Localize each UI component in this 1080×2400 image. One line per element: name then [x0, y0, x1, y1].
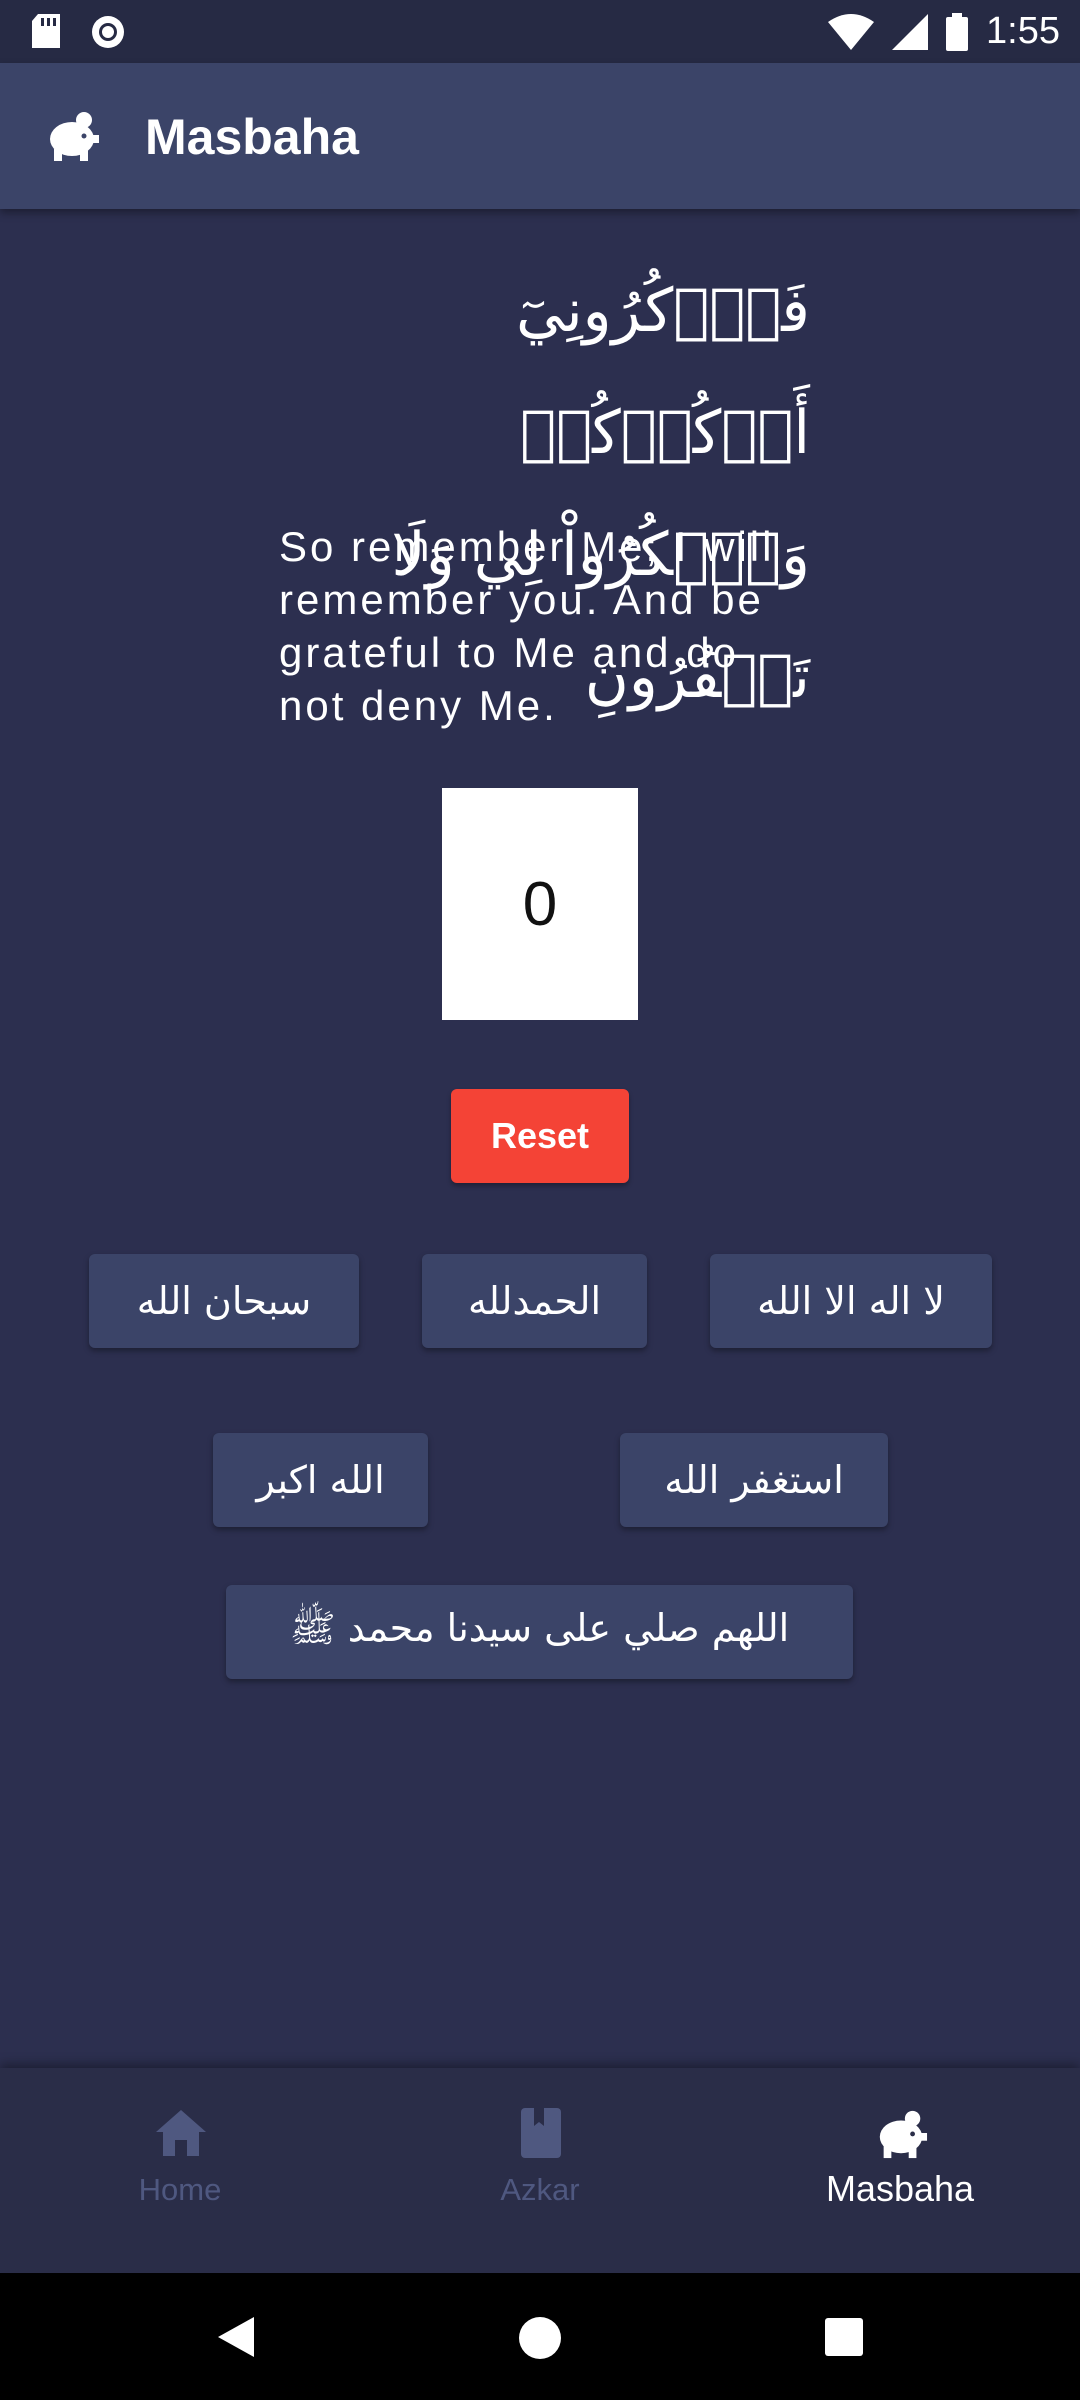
home-button-icon[interactable]: [518, 2316, 562, 2360]
app-bar: Masbaha: [0, 63, 1080, 209]
wifi-icon: [828, 13, 875, 50]
zikr-button-salawat[interactable]: اللهم صلي على سيدنا محمد ﷺ: [226, 1585, 853, 1679]
bottom-navigation: Home Azkar Masbaha: [0, 2068, 1080, 2273]
piggy-bank-icon: [50, 112, 99, 161]
zikr-button-la-ilaha-illallah[interactable]: لا اله الا الله: [710, 1254, 992, 1348]
nav-item-home[interactable]: Home: [0, 2068, 360, 2273]
verse-arabic-line-1: فَٱذۡكُرُونِيٓ أَذۡكُرۡكُمۡ: [515, 276, 810, 468]
battery-icon: [946, 12, 969, 51]
zikr-button-alhamdulillah[interactable]: الحمدلله: [422, 1254, 647, 1348]
back-icon[interactable]: [216, 2315, 256, 2359]
book-icon: [521, 2108, 561, 2158]
nav-label-masbaha: Masbaha: [825, 2168, 975, 2209]
nav-item-azkar[interactable]: Azkar: [360, 2068, 720, 2273]
status-bar: 1:55: [0, 0, 1080, 63]
system-navigation-bar: [0, 2273, 1080, 2400]
nav-label-home: Home: [138, 2172, 222, 2207]
clock: 1:55: [986, 10, 1060, 52]
zikr-button-astaghfirullah[interactable]: استغفر الله: [620, 1433, 888, 1527]
home-icon: [156, 2110, 206, 2156]
nav-label-azkar: Azkar: [500, 2172, 580, 2207]
app-title: Masbaha: [145, 109, 359, 165]
zikr-button-allahu-akbar[interactable]: الله اكبر: [213, 1433, 428, 1527]
record-icon: [92, 16, 124, 48]
reset-button[interactable]: Reset: [451, 1089, 629, 1183]
cell-signal-icon: [892, 13, 929, 50]
piggy-bank-icon: [879, 2110, 928, 2159]
recents-icon[interactable]: [825, 2318, 863, 2356]
verse-translation: So remember Me; I will remember you. And…: [279, 523, 775, 729]
nav-item-masbaha[interactable]: Masbaha: [720, 2068, 1080, 2273]
sd-card-icon: [32, 14, 60, 48]
tasbih-counter[interactable]: 0: [442, 788, 638, 1020]
zikr-button-subhanallah[interactable]: سبحان الله: [89, 1254, 359, 1348]
